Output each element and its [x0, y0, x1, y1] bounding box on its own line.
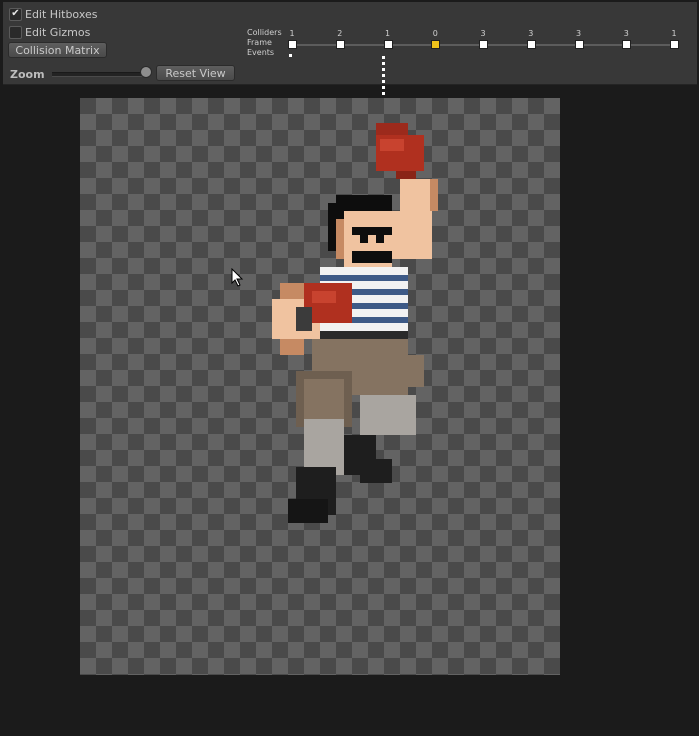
- current-frame-marker[interactable]: [431, 40, 441, 49]
- collider-count: 3: [528, 29, 534, 38]
- collision-matrix-button[interactable]: Collision Matrix: [8, 42, 107, 58]
- edit-gizmos-label: Edit Gizmos: [25, 25, 91, 39]
- collider-count: 1: [289, 29, 295, 38]
- edit-gizmos-toggle[interactable]: Edit Gizmos: [9, 25, 90, 39]
- hitbox-editor-toolbar: ✔ Edit Hitboxes Edit Gizmos Collision Ma…: [3, 2, 697, 85]
- frame-marker[interactable]: [479, 40, 488, 49]
- event-marker[interactable]: [289, 54, 292, 57]
- collider-count: 3: [480, 29, 486, 38]
- edit-hitboxes-toggle[interactable]: ✔ Edit Hitboxes: [9, 7, 97, 21]
- timeline-playhead: [382, 56, 385, 96]
- collider-count: 0: [432, 29, 438, 38]
- frame-marker[interactable]: [288, 40, 297, 49]
- zoom-slider[interactable]: [52, 72, 150, 77]
- collider-count: 1: [671, 29, 677, 38]
- collider-count: 3: [575, 29, 582, 38]
- reset-view-button[interactable]: Reset View: [156, 65, 235, 81]
- zoom-label: Zoom: [10, 68, 45, 81]
- mouse-cursor-icon: [231, 268, 244, 287]
- colliders-row-label: Colliders: [247, 28, 282, 37]
- boxer-sprite: [272, 123, 438, 523]
- frame-row-label: Frame: [247, 38, 272, 47]
- frame-marker[interactable]: [335, 40, 345, 49]
- frame-marker[interactable]: [383, 40, 393, 49]
- edit-hitboxes-label: Edit Hitboxes: [25, 7, 98, 21]
- sprite-preview-canvas[interactable]: [80, 98, 560, 675]
- frame-marker[interactable]: [574, 40, 584, 49]
- edit-gizmos-checkbox[interactable]: [9, 25, 22, 39]
- frame-marker[interactable]: [526, 40, 536, 49]
- frame-marker[interactable]: [670, 40, 679, 49]
- frame-marker[interactable]: [622, 40, 632, 49]
- collider-count: 3: [623, 29, 629, 38]
- zoom-slider-thumb[interactable]: [140, 66, 153, 78]
- edit-hitboxes-checkbox[interactable]: ✔: [9, 7, 22, 21]
- collider-count: 2: [337, 29, 343, 38]
- collider-count: 1: [384, 29, 391, 38]
- events-row-label: Events: [247, 48, 275, 57]
